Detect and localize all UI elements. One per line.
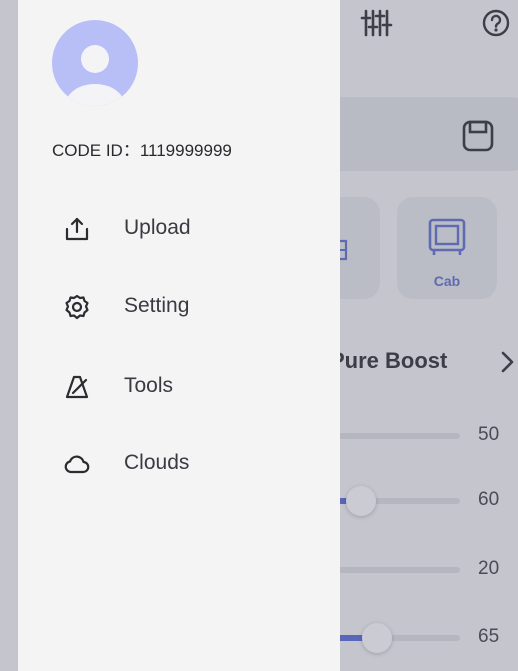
menu-item-label: Upload (124, 216, 191, 239)
avatar[interactable] (52, 20, 138, 106)
code-id-label: CODE ID：1119999999 (52, 141, 232, 160)
menu-item-tools[interactable]: Tools (52, 366, 332, 406)
menu-item-label: Clouds (124, 451, 190, 474)
menu-item-clouds[interactable]: Clouds (52, 443, 332, 483)
cloud-icon (64, 455, 90, 474)
menu-item-label: Tools (124, 374, 174, 397)
gear-icon (65, 294, 89, 320)
menu-item-upload[interactable]: Upload (52, 208, 332, 248)
menu-item-label: Setting (124, 294, 190, 317)
upload-icon (65, 217, 89, 241)
metronome-icon (65, 375, 89, 399)
user-avatar-icon (65, 45, 125, 106)
menu-item-setting[interactable]: Setting (52, 286, 332, 326)
side-drawer: CODE ID：1119999999 Upload Setting Tools … (18, 0, 340, 671)
